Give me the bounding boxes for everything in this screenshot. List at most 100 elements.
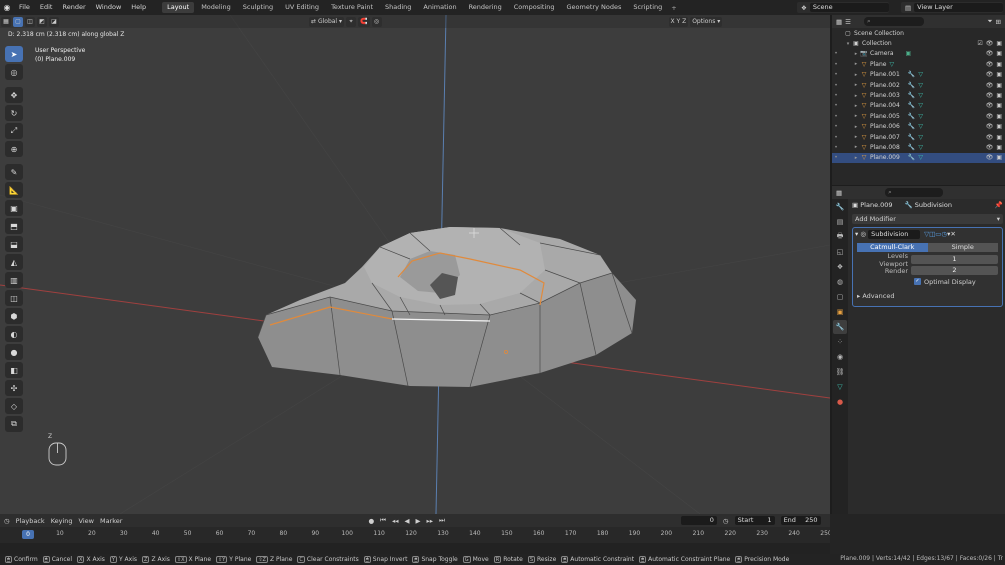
edit-dot-icon[interactable]: • [832,102,840,109]
tab-rendering[interactable]: Rendering [464,2,507,13]
tab-animation[interactable]: Animation [418,2,461,13]
render-tab-icon[interactable]: ▤ [833,215,847,229]
3d-viewport[interactable]: ▦ ▢ ◫ ◩ ◪ ⇄ Global ▾ ⌖ 🧲 ◎ X Y Z Options… [0,15,830,514]
start-frame-field[interactable]: Start 1 [734,516,775,525]
mesh-data-icon[interactable]: ▽ [889,61,894,68]
eye-icon[interactable]: 👁 [986,50,994,57]
constraints-tab-icon[interactable]: ⛓ [833,365,847,379]
pivot-icon[interactable]: ⌖ [346,16,357,27]
modifier-name-field[interactable]: Subdivision [868,229,921,239]
tab-compositing[interactable]: Compositing [509,2,560,13]
tab-scripting[interactable]: Scripting [628,2,667,13]
data-tab-icon[interactable]: ▽ [833,380,847,394]
options-dropdown[interactable]: Options ▾ [690,16,723,27]
edit-dot-icon[interactable]: • [832,50,840,57]
timeline-menu-playback[interactable]: Playback [16,517,45,525]
expand-icon[interactable]: ▸ [852,93,860,99]
scene-field[interactable]: Scene [809,3,889,12]
prev-key-icon[interactable]: ◂◂ [392,517,399,525]
camera-icon[interactable]: ▣ [996,82,1002,89]
camera-icon[interactable]: ▣ [996,71,1002,78]
eye-icon[interactable]: 👁 [986,40,994,47]
loop-cut-tool-icon[interactable]: ▥ [5,272,23,288]
collapse-icon[interactable]: ▾ [855,230,858,238]
expand-icon[interactable]: ▸ [852,155,860,161]
view-layer-tab-icon[interactable]: ◱ [833,245,847,259]
object-tab-icon[interactable]: ▣ [833,305,847,319]
rotate-tool-icon[interactable]: ↻ [5,105,23,121]
camera-icon[interactable]: ▣ [996,92,1002,99]
camera-data-icon[interactable]: ▣ [906,50,912,57]
mesh-data-icon[interactable]: ▽ [918,134,923,141]
wrench-icon[interactable]: 🔧 [908,102,915,109]
expand-icon[interactable]: ▸ [852,82,860,88]
jump-end-icon[interactable]: ⏭ [439,516,445,525]
timeline-menu-view[interactable]: View [79,517,94,525]
add-cube-tool-icon[interactable]: ▣ [5,200,23,216]
eye-icon[interactable]: 👁 [986,61,994,68]
eye-icon[interactable]: 👁 [986,144,994,151]
outliner-search-input[interactable]: ⌕ [863,17,924,26]
move-tool-icon[interactable]: ✥ [5,87,23,103]
end-frame-field[interactable]: End 250 [780,516,821,525]
mesh-data-icon[interactable]: ▽ [918,144,923,151]
expand-icon[interactable]: ▸ [852,144,860,150]
camera-icon[interactable]: ▣ [996,134,1002,141]
display-mode-icon[interactable]: ☰ [845,18,851,26]
mesh-data-icon[interactable]: ▽ [918,123,923,130]
view-layer-field[interactable]: View Layer [914,3,1003,12]
checkbox-icon[interactable]: ☑ [977,40,982,47]
outliner-item[interactable]: • ▸ ▽ Plane ▽ 👁 ▣ [832,59,1005,69]
outliner-item[interactable]: • ▸ ▽ Plane.006 🔧 ▽ 👁 ▣ [832,122,1005,132]
blender-logo-icon[interactable]: ◉ [0,0,14,15]
outliner-item[interactable]: • ▸ ▽ Plane.009 🔧 ▽ 👁 ▣ [832,152,1005,164]
select-box-icon[interactable]: ▢ [13,16,23,27]
outliner-scene-collection[interactable]: ▢ Scene Collection [832,28,1005,38]
optimal-display-row[interactable]: ✓ Optimal Display [857,277,998,286]
tool-tab-icon[interactable]: 🔧 [833,200,847,214]
current-frame-field[interactable]: 0 [680,516,717,525]
outliner-item[interactable]: • ▸ ▽ Plane.002 🔧 ▽ 👁 ▣ [832,80,1005,90]
camera-icon[interactable]: ▣ [996,40,1002,47]
shrink-fatten-tool-icon[interactable]: ✣ [5,380,23,396]
physics-tab-icon[interactable]: ◉ [833,350,847,364]
menu-edit[interactable]: Edit [35,0,58,15]
expand-icon[interactable]: ▸ [852,72,860,78]
wrench-icon[interactable]: 🔧 [908,71,915,78]
bevel-tool-icon[interactable]: ◭ [5,254,23,270]
eye-icon[interactable]: 👁 [986,134,994,141]
menu-help[interactable]: Help [126,0,151,15]
jump-start-icon[interactable]: ⏮ [380,516,386,525]
menu-file[interactable]: File [14,0,35,15]
poly-build-tool-icon[interactable]: ⬢ [5,308,23,324]
wrench-icon[interactable]: 🔧 [908,134,915,141]
play-reverse-icon[interactable]: ◀ [405,517,410,525]
tab-geometry-nodes[interactable]: Geometry Nodes [562,2,627,13]
mesh-data-icon[interactable]: ▽ [918,113,923,120]
edit-dot-icon[interactable]: • [832,154,840,161]
select-mode-icon[interactable]: ◫ [25,16,35,27]
simple-button[interactable]: Simple [927,243,998,252]
outliner-item[interactable]: • ▸ ▽ Plane.008 🔧 ▽ 👁 ▣ [832,142,1005,152]
shear-tool-icon[interactable]: ◇ [5,398,23,414]
eye-icon[interactable]: 👁 [986,102,994,109]
tab-uv-editing[interactable]: UV Editing [280,2,324,13]
expand-icon[interactable]: ▾ [844,41,852,47]
spin-tool-icon[interactable]: ◐ [5,326,23,342]
mesh-data-icon[interactable]: ▽ [918,92,923,99]
scene-tab-icon[interactable]: ❖ [833,260,847,274]
expand-icon[interactable]: ▸ [852,61,860,67]
wrench-icon[interactable]: 🔧 [908,144,915,151]
eye-icon[interactable]: 👁 [986,82,994,89]
camera-icon[interactable]: ▣ [996,50,1002,57]
inset-tool-icon[interactable]: ⬓ [5,236,23,252]
next-key-icon[interactable]: ▸▸ [427,517,434,525]
timeline-track[interactable] [0,543,830,554]
filter-icon[interactable]: ⏷ [987,17,992,26]
snap-icon[interactable]: 🧲 [358,16,370,27]
select-mode-icon[interactable]: ◪ [49,16,59,27]
wrench-icon[interactable]: 🔧 [908,154,915,161]
outliner-item[interactable]: • ▸ ▽ Plane.005 🔧 ▽ 👁 ▣ [832,111,1005,121]
timeline-ruler[interactable]: 10 20 30 40 50 60 70 80 90 100 110 120 130 140 150 160 1… [0,530,832,540]
timeline-menu-marker[interactable]: Marker [100,517,122,525]
